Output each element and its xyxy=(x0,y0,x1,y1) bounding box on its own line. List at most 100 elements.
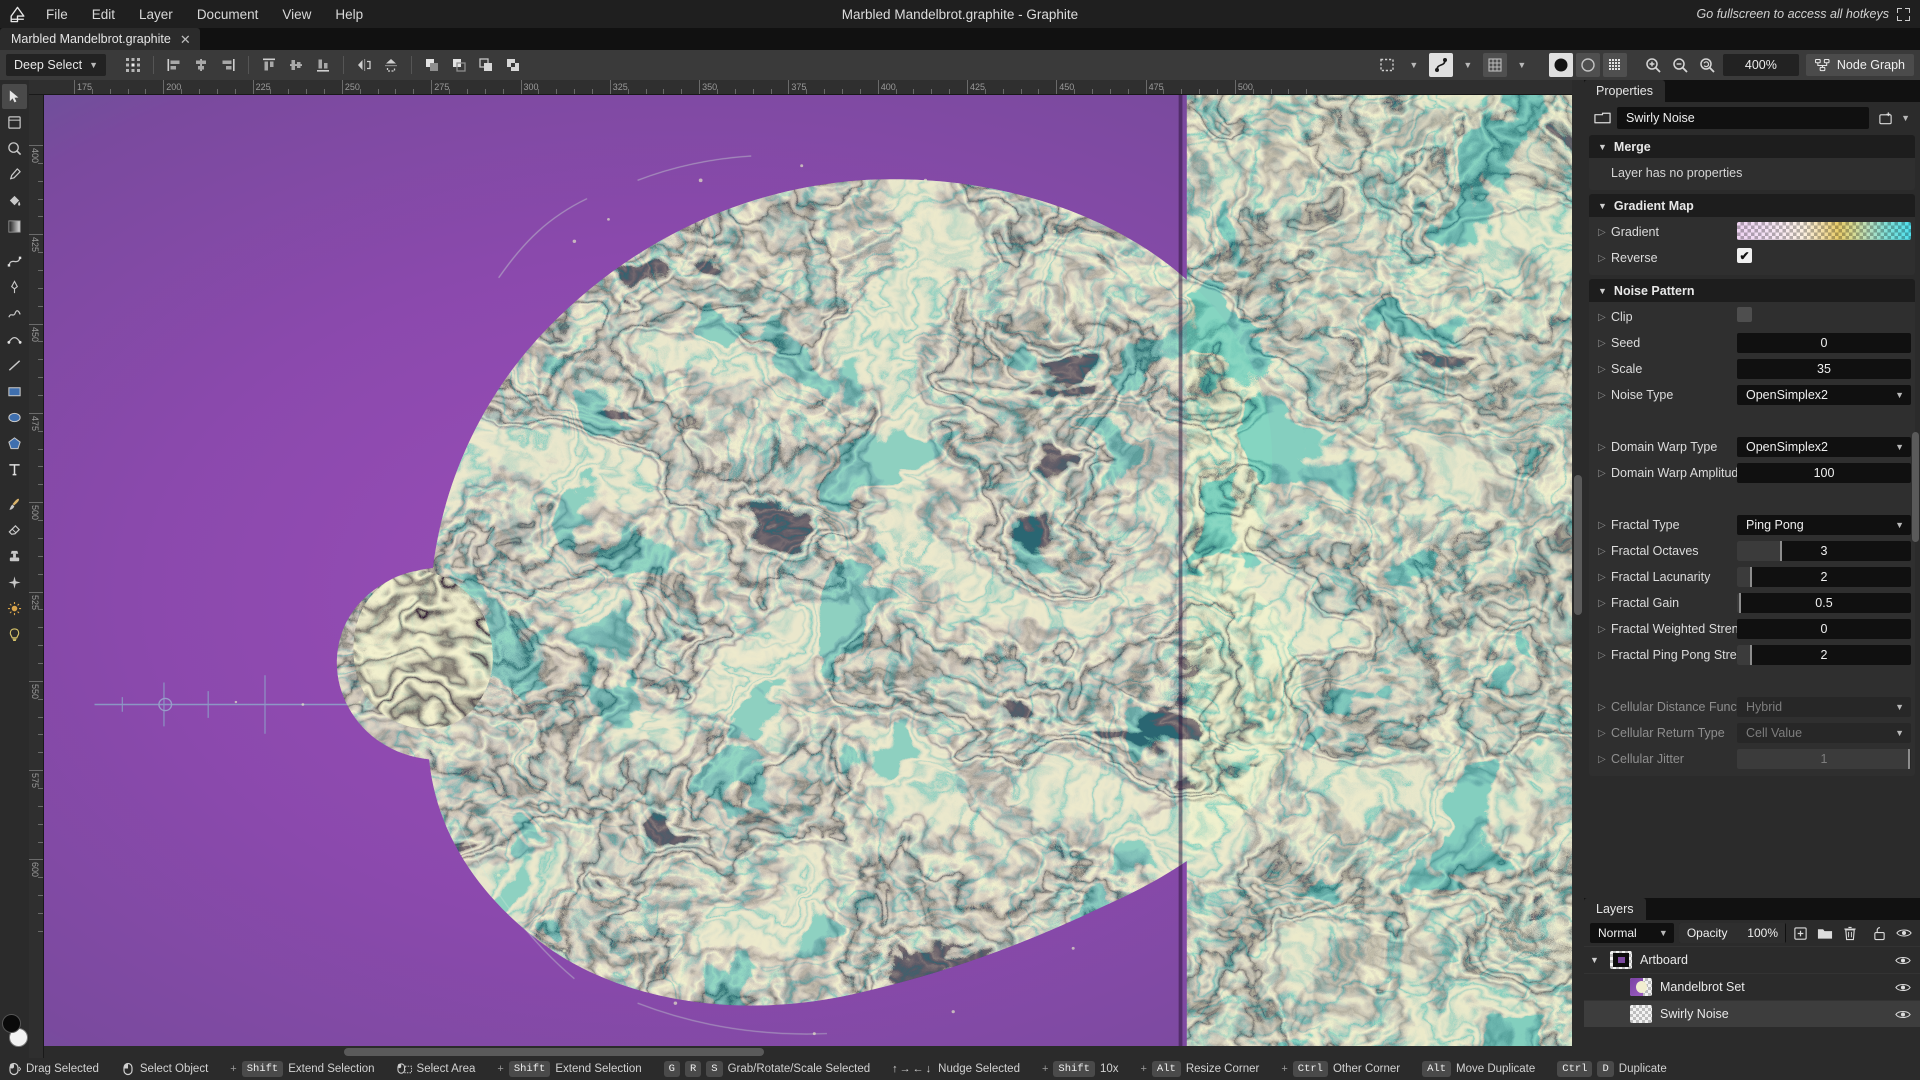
line-tool[interactable] xyxy=(2,353,27,378)
zoom-level-field[interactable]: 400% xyxy=(1723,54,1799,76)
align-right-icon[interactable] xyxy=(216,53,240,77)
property-number-input[interactable]: 0 xyxy=(1737,333,1911,353)
document-tab[interactable]: Marbled Mandelbrot.graphite ✕ xyxy=(0,28,200,50)
property-slider[interactable]: 2 xyxy=(1737,567,1911,587)
tab-properties[interactable]: Properties xyxy=(1584,80,1665,102)
property-dropdown[interactable]: Ping Pong▼ xyxy=(1737,515,1911,535)
freehand-tool[interactable] xyxy=(2,301,27,326)
flip-horizontal-icon[interactable] xyxy=(352,53,376,77)
brush-tool[interactable] xyxy=(2,492,27,517)
chevron-down-icon[interactable]: ▼ xyxy=(1456,53,1480,77)
ellipse-tool[interactable] xyxy=(2,405,27,430)
align-vertical-center-icon[interactable] xyxy=(284,53,308,77)
zoom-in-icon[interactable] xyxy=(1642,53,1666,77)
property-section-header[interactable]: ▼Merge xyxy=(1589,135,1915,158)
chevron-down-icon[interactable]: ▼ xyxy=(1901,113,1910,123)
triangle-right-icon[interactable]: ▷ xyxy=(1598,728,1611,739)
menu-item-help[interactable]: Help xyxy=(323,3,375,26)
navigate-tool[interactable] xyxy=(2,136,27,161)
render-normal-icon[interactable] xyxy=(1549,53,1573,77)
chevron-down-icon[interactable]: ▼ xyxy=(1402,53,1426,77)
flip-vertical-icon[interactable] xyxy=(379,53,403,77)
menu-item-edit[interactable]: Edit xyxy=(80,3,127,26)
path-tool[interactable] xyxy=(2,249,27,274)
menu-item-file[interactable]: File xyxy=(34,3,80,26)
pen-tool[interactable] xyxy=(2,275,27,300)
property-slider[interactable]: 0 xyxy=(1737,619,1911,639)
triangle-right-icon[interactable]: ▷ xyxy=(1598,546,1611,557)
property-number-input[interactable]: 35 xyxy=(1737,359,1911,379)
menu-item-layer[interactable]: Layer xyxy=(127,3,185,26)
tab-layers[interactable]: Layers xyxy=(1584,898,1646,920)
artboard-canvas[interactable] xyxy=(44,95,1572,1058)
delete-icon[interactable] xyxy=(1840,923,1859,943)
properties-scrollbar[interactable] xyxy=(1912,432,1919,542)
clone-stamp-tool[interactable] xyxy=(2,544,27,569)
property-checkbox[interactable]: ✔ xyxy=(1737,248,1752,263)
property-dropdown[interactable]: OpenSimplex2▼ xyxy=(1737,385,1911,405)
polygon-tool[interactable] xyxy=(2,431,27,456)
property-slider[interactable]: 2 xyxy=(1737,645,1911,665)
blend-mode-select[interactable]: Normal ▼ xyxy=(1590,923,1674,943)
chevron-down-icon[interactable]: ▼ xyxy=(1590,955,1602,965)
property-number-input[interactable]: 100 xyxy=(1737,463,1911,483)
opacity-input[interactable]: Opacity 100% xyxy=(1679,923,1786,943)
fill-bucket-tool[interactable] xyxy=(2,188,27,213)
spline-tool[interactable] xyxy=(2,327,27,352)
align-bottom-icon[interactable] xyxy=(311,53,335,77)
text-tool[interactable] xyxy=(2,457,27,482)
relight-tool[interactable] xyxy=(2,596,27,621)
add-layer-icon[interactable] xyxy=(1791,923,1810,943)
add-node-icon[interactable] xyxy=(1875,108,1895,128)
node-graph-button[interactable]: Node Graph xyxy=(1806,54,1914,76)
vertical-scrollbar[interactable] xyxy=(1572,95,1584,1046)
grid-icon[interactable] xyxy=(1483,53,1507,77)
property-slider[interactable]: 0.5 xyxy=(1737,593,1911,613)
align-left-icon[interactable] xyxy=(162,53,186,77)
foreground-color-swatch[interactable] xyxy=(2,1014,21,1033)
eye-icon[interactable] xyxy=(1894,982,1912,993)
snapping-icon[interactable] xyxy=(1429,53,1453,77)
canvas-viewport[interactable]: 1752002252502753003253503754004254504755… xyxy=(29,80,1584,1058)
align-horizontal-center-icon[interactable] xyxy=(189,53,213,77)
lock-icon[interactable] xyxy=(1870,923,1889,943)
zoom-reset-icon[interactable] xyxy=(1696,53,1720,77)
graphite-logo-icon[interactable] xyxy=(0,5,34,24)
fullscreen-icon[interactable] xyxy=(1897,8,1910,21)
new-folder-icon[interactable] xyxy=(1815,923,1834,943)
close-icon[interactable]: ✕ xyxy=(180,33,191,46)
property-checkbox[interactable] xyxy=(1737,307,1752,322)
triangle-right-icon[interactable]: ▷ xyxy=(1598,442,1611,453)
horizontal-scrollbar[interactable] xyxy=(44,1046,1572,1058)
visibility-icon[interactable] xyxy=(1895,923,1914,943)
triangle-right-icon[interactable]: ▷ xyxy=(1598,702,1611,713)
triangle-right-icon[interactable]: ▷ xyxy=(1598,598,1611,609)
layer-name-input[interactable]: Swirly Noise xyxy=(1617,107,1869,129)
align-top-icon[interactable] xyxy=(257,53,281,77)
property-section-header[interactable]: ▼Gradient Map xyxy=(1589,194,1915,217)
menu-item-view[interactable]: View xyxy=(270,3,323,26)
gradient-tool[interactable] xyxy=(2,214,27,239)
tool-mode-select[interactable]: Deep Select ▼ xyxy=(6,54,106,76)
menu-item-document[interactable]: Document xyxy=(185,3,271,26)
rectangle-tool[interactable] xyxy=(2,379,27,404)
boolean-union-icon[interactable] xyxy=(420,53,444,77)
triangle-right-icon[interactable]: ▷ xyxy=(1598,624,1611,635)
color-swatches[interactable] xyxy=(2,1014,28,1050)
eye-icon[interactable] xyxy=(1894,955,1912,966)
layer-list-item[interactable]: Mandelbrot Set xyxy=(1584,973,1920,1000)
triangle-right-icon[interactable]: ▷ xyxy=(1598,572,1611,583)
triangle-right-icon[interactable]: ▷ xyxy=(1598,754,1611,765)
triangle-right-icon[interactable]: ▷ xyxy=(1598,338,1611,349)
layer-list-item[interactable]: Swirly Noise xyxy=(1584,1000,1920,1027)
triangle-right-icon[interactable]: ▷ xyxy=(1598,253,1611,264)
boolean-difference-icon[interactable] xyxy=(501,53,525,77)
fullscreen-hint[interactable]: Go fullscreen to access all hotkeys xyxy=(1697,0,1910,28)
render-outline-icon[interactable] xyxy=(1576,53,1600,77)
pivot-grid-icon[interactable] xyxy=(121,53,145,77)
layer-list-item[interactable]: ▼Artboard xyxy=(1584,946,1920,973)
triangle-right-icon[interactable]: ▷ xyxy=(1598,650,1611,661)
triangle-right-icon[interactable]: ▷ xyxy=(1598,227,1611,238)
eyedropper-tool[interactable] xyxy=(2,162,27,187)
triangle-right-icon[interactable]: ▷ xyxy=(1598,520,1611,531)
